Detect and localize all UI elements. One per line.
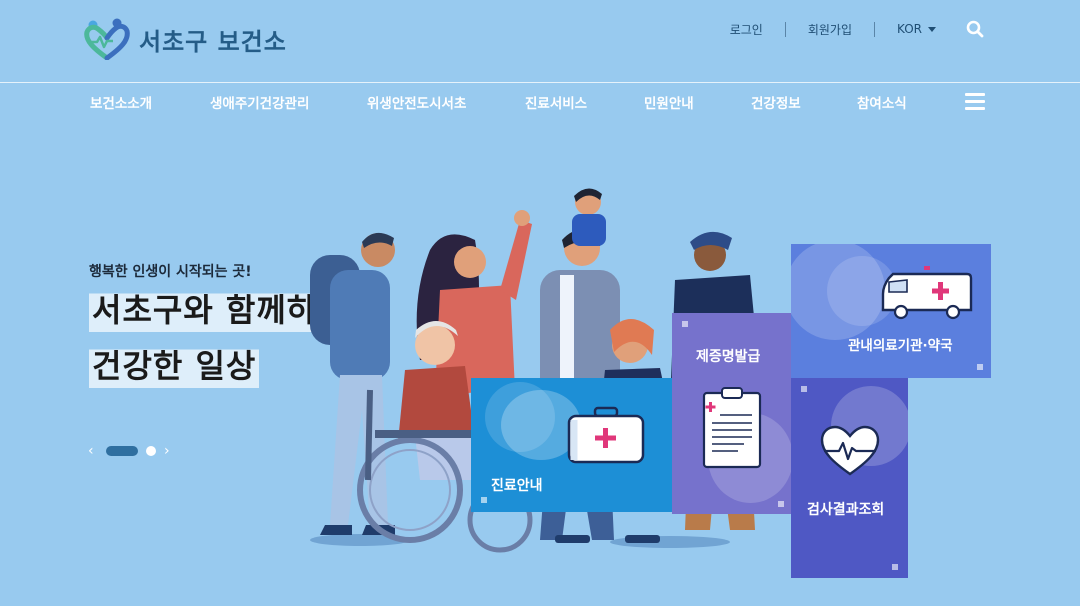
slider-controls: ‹ › [88, 444, 174, 458]
next-slide-arrow-icon[interactable]: › [164, 444, 174, 458]
nav-item-clinic-services[interactable]: 진료서비스 [525, 92, 587, 112]
nav-item-civil-service[interactable]: 민원안내 [644, 92, 694, 112]
tile-corner-marker [977, 364, 983, 370]
tile-corner-marker [892, 564, 898, 570]
main-navigation: 보건소소개 생애주기건강관리 위생안전도시서초 진료서비스 민원안내 건강정보 … [0, 84, 1080, 120]
search-icon[interactable] [966, 20, 984, 38]
language-label: KOR [897, 22, 922, 36]
nav-item-health-info[interactable]: 건강정보 [751, 92, 801, 112]
utility-menu: 로그인 회원가입 KOR [730, 20, 984, 38]
tile-clinic-guide-label: 진료안내 [491, 478, 543, 494]
tile-corner-marker [682, 321, 688, 327]
hamburger-menu-icon[interactable] [965, 93, 985, 110]
tile-medical-institutions-label: 관내의료기관·약국 [848, 338, 953, 354]
tile-certificate[interactable]: 제증명발급 [672, 313, 791, 514]
language-select[interactable]: KOR [897, 22, 936, 36]
nav-item-news[interactable]: 참여소식 [857, 92, 907, 112]
tile-certificate-label: 제증명발급 [696, 349, 761, 365]
caret-down-icon [928, 26, 936, 32]
tile-corner-marker [481, 497, 487, 503]
first-aid-kit-icon [567, 406, 645, 464]
logo[interactable]: 서초구 보건소 [83, 18, 287, 60]
tile-corner-marker [778, 501, 784, 507]
slide-indicator-active[interactable] [106, 446, 138, 456]
tile-corner-marker [801, 386, 807, 392]
divider [784, 21, 786, 37]
clipboard-document-icon [702, 387, 762, 469]
hero-title-line2: 건강한 일상 [89, 344, 260, 388]
nav-item-about[interactable]: 보건소소개 [90, 92, 152, 112]
divider [874, 21, 875, 37]
prev-slide-arrow-icon[interactable]: ‹ [88, 444, 98, 458]
nav-item-hygiene-safety[interactable]: 위생안전도시서초 [367, 92, 466, 112]
header: 서초구 보건소 로그인 회원가입 KOR [0, 0, 1080, 83]
tile-test-results[interactable]: 검사결과조회 [791, 378, 908, 578]
logo-heart-icon [84, 18, 130, 60]
nav-item-lifecycle-health[interactable]: 생애주기건강관리 [210, 92, 309, 112]
tile-test-results-label: 검사결과조회 [807, 502, 885, 518]
tile-clinic-guide[interactable]: 진료안내 [471, 378, 672, 512]
signup-link[interactable]: 회원가입 [808, 21, 852, 38]
login-link[interactable]: 로그인 [730, 21, 763, 38]
ambulance-icon [881, 266, 973, 320]
hero-subtitle: 행복한 인생이 시작되는 곳! [89, 264, 252, 280]
logo-text: 서초구 보건소 [139, 27, 287, 56]
heartbeat-heart-icon [820, 425, 880, 476]
tile-medical-institutions[interactable]: 관내의료기관·약국 [791, 244, 991, 378]
slide-indicator[interactable] [146, 446, 156, 456]
